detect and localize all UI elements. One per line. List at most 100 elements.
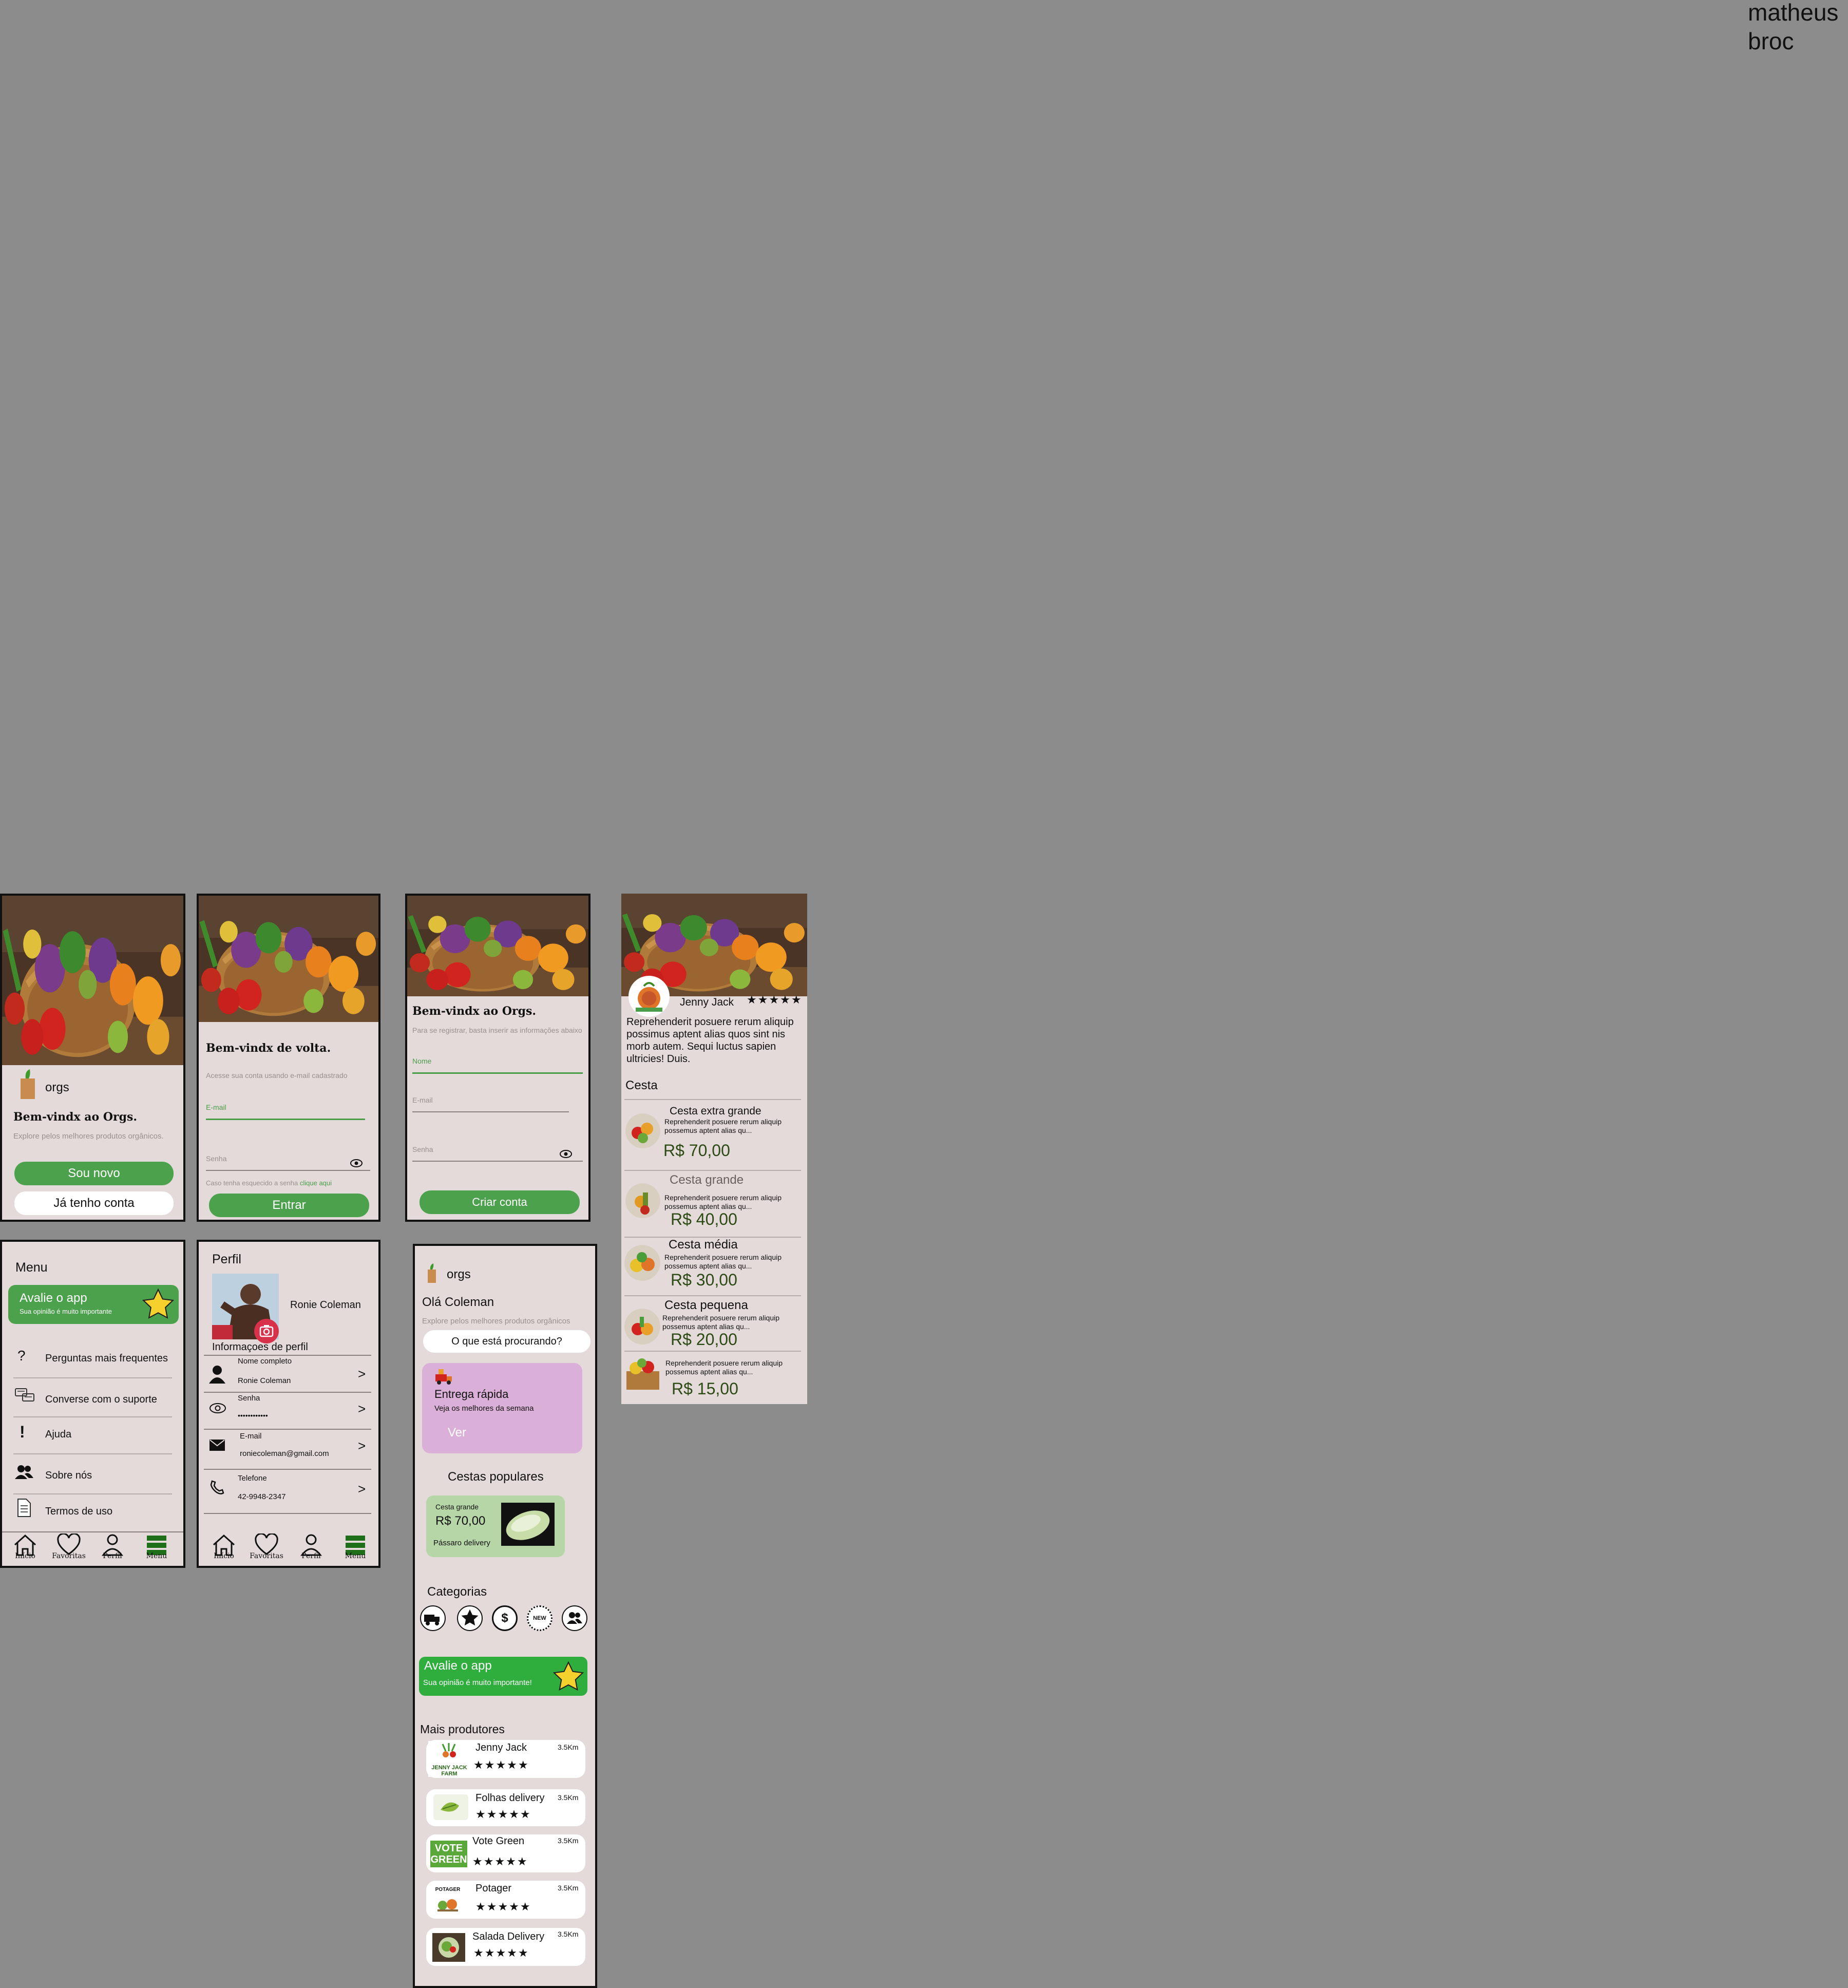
welcome-title: Bem-vindx ao Orgs. [13, 1110, 138, 1124]
rate-app-card[interactable]: Avalie o app Sua opinião é muito importa… [419, 1657, 587, 1696]
menu-item-help[interactable]: ! Ajuda [12, 1423, 178, 1448]
field-label: Telefone [238, 1474, 267, 1483]
profile-field-email[interactable]: E-mail roniecoleman@gmail.com > [204, 1432, 375, 1465]
basket-item[interactable]: Reprehenderit posuere rerum aliquip poss… [621, 1356, 807, 1404]
author-label: matheus broc [1748, 0, 1838, 55]
profile-screen: Perfil Ronie Coleman Informaçoes de perf… [197, 1240, 380, 1568]
create-account-button[interactable]: Criar conta [420, 1190, 580, 1214]
discount-category-icon[interactable]: $ [492, 1605, 518, 1631]
chat-icon [14, 1387, 35, 1407]
profile-field-phone[interactable]: Telefone 42-9948-2347 > [204, 1474, 375, 1507]
truck-category-icon[interactable] [420, 1605, 446, 1631]
new-user-button[interactable]: Sou novo [14, 1162, 174, 1185]
tab-menu[interactable]: Menu [139, 1533, 175, 1564]
tab-label: Perfil [301, 1552, 321, 1560]
producer-card[interactable]: JENNY JACK FARM Jenny Jack 3.5Km ★★★★★ [426, 1740, 585, 1778]
tab-profile[interactable]: Perfil [94, 1533, 130, 1564]
home-screen: orgs Olá Coleman Explore pelos melhores … [413, 1244, 597, 1988]
tab-label: Menu [345, 1552, 366, 1560]
profile-field-name[interactable]: Nome completo Ronie Coleman > [204, 1357, 375, 1390]
producer-name: Vote Green [472, 1835, 525, 1847]
basket-item[interactable]: Cesta extra grande Reprehenderit posuere… [621, 1103, 807, 1165]
menu-item-support[interactable]: Converse com o suporte [12, 1387, 178, 1412]
basket-name: Cesta extra grande [670, 1105, 761, 1117]
email-label: E-mail [412, 1096, 433, 1104]
name-field[interactable] [412, 1072, 583, 1074]
promo-see-button[interactable]: Ver [448, 1426, 466, 1440]
people-icon [14, 1464, 34, 1484]
login-button[interactable]: Entrar [209, 1194, 369, 1217]
producer-card[interactable]: POTAGER Potager 3.5Km ★★★★★ [426, 1881, 585, 1919]
new-category-icon[interactable]: NEW [527, 1605, 553, 1631]
producer-name: Potager [475, 1883, 512, 1894]
field-value: Ronie Coleman [238, 1376, 291, 1385]
eye-icon[interactable] [559, 1149, 573, 1161]
existing-account-button[interactable]: Já tenho conta [14, 1191, 174, 1215]
login-screen: Bem-vindx de volta. Acesse sua conta usa… [197, 894, 380, 1222]
producer-card[interactable]: Folhas delivery 3.5Km ★★★★★ [426, 1789, 585, 1826]
producer-logo: POTAGER [433, 1885, 462, 1915]
profile-title: Perfil [212, 1252, 241, 1266]
field-label: Senha [238, 1394, 260, 1403]
register-screen: Bem-vindx ao Orgs. Para se registrar, ba… [405, 894, 590, 1222]
forgot-text: Caso tenha esquecido a senha [206, 1179, 298, 1187]
password-field[interactable] [206, 1170, 370, 1171]
menu-item-label: Termos de uso [45, 1506, 113, 1517]
menu-item-terms[interactable]: Termos de uso [12, 1499, 178, 1524]
profile-section-title: Informaçoes de perfil [212, 1341, 308, 1353]
promo-card[interactable]: Entrega rápida Veja os melhores da seman… [422, 1363, 582, 1453]
tab-profile[interactable]: Perfil [293, 1533, 329, 1564]
card-seller: Pássaro delivery [433, 1539, 490, 1547]
basket-item[interactable]: Cesta grande Reprehenderit posuere rerum… [621, 1173, 807, 1235]
email-label: E-mail [206, 1103, 226, 1111]
promo-title: Entrega rápida [434, 1388, 509, 1400]
tab-home[interactable]: Início [7, 1533, 43, 1564]
producer-card[interactable]: VOTE GREEN Vote Green 3.5Km ★★★★★ [426, 1834, 585, 1872]
phone-icon [209, 1480, 225, 1499]
password-field[interactable] [412, 1161, 583, 1162]
eye-icon [209, 1402, 226, 1417]
producer-rating: ★★★★★ [473, 1758, 529, 1771]
card-price: R$ 70,00 [435, 1514, 486, 1528]
producer-distance: 3.5Km [558, 1884, 579, 1892]
logo-caption: POTAGER [435, 1887, 461, 1892]
producer-distance: 3.5Km [558, 1930, 579, 1938]
tab-menu[interactable]: Menu [337, 1533, 373, 1564]
rate-app-card[interactable]: Avalie o app Sua opinião é muito importa… [8, 1285, 179, 1324]
camera-icon[interactable] [254, 1319, 279, 1343]
tab-favorites[interactable]: Favoritas [48, 1533, 89, 1564]
rate-title: Avalie o app [424, 1659, 492, 1673]
producer-rating: ★★★★★ [473, 1946, 529, 1959]
basket-desc: Reprehenderit posuere rerum aliquip poss… [664, 1118, 782, 1134]
producer-rating: ★★★★★ [472, 1855, 528, 1868]
producer-distance: 3.5Km [558, 1793, 579, 1802]
menu-item-faq[interactable]: ? Perguntas mais frequentes [12, 1348, 178, 1373]
tab-label: Favoritas [52, 1552, 86, 1560]
menu-item-about[interactable]: Sobre nós [12, 1464, 178, 1489]
producer-card[interactable]: Salada Delivery 3.5Km ★★★★★ [426, 1928, 585, 1966]
popular-basket-card[interactable]: Cesta grande R$ 70,00 Pássaro delivery [426, 1495, 565, 1557]
welcome-screen: orgs Bem-vindx ao Orgs. Explore pelos me… [0, 894, 185, 1222]
tab-label: Favoritas [250, 1552, 283, 1560]
forgot-link[interactable]: clique aqui [300, 1179, 332, 1187]
basket-price: R$ 40,00 [671, 1210, 737, 1228]
rate-subtitle: Sua opinião é muito importante! [423, 1678, 532, 1687]
forgot-password-text: Caso tenha esquecido a senha clique aqui [206, 1179, 332, 1187]
tab-favorites[interactable]: Favoritas [246, 1533, 287, 1564]
email-field[interactable] [206, 1119, 365, 1120]
people-category-icon[interactable] [562, 1605, 587, 1631]
email-field[interactable] [412, 1111, 569, 1112]
basket-image [624, 1356, 661, 1392]
profile-field-password[interactable]: Senha •••••••••••• > [204, 1394, 375, 1427]
tab-home[interactable]: Início [206, 1533, 242, 1564]
basket-item[interactable]: Cesta média Reprehenderit posuere rerum … [621, 1238, 807, 1299]
rate-subtitle: Sua opinião é muito importante [20, 1308, 112, 1315]
chevron-right-icon: > [358, 1366, 366, 1381]
producer-distance: 3.5Km [558, 1836, 579, 1845]
field-label: E-mail [240, 1432, 262, 1441]
tab-bar: Início Favoritas Perfil Menu [2, 1532, 183, 1566]
search-input[interactable]: O que está procurando? [423, 1330, 590, 1353]
hero-photo [2, 896, 183, 1065]
eye-icon[interactable] [350, 1159, 363, 1170]
star-category-icon[interactable] [457, 1605, 483, 1631]
